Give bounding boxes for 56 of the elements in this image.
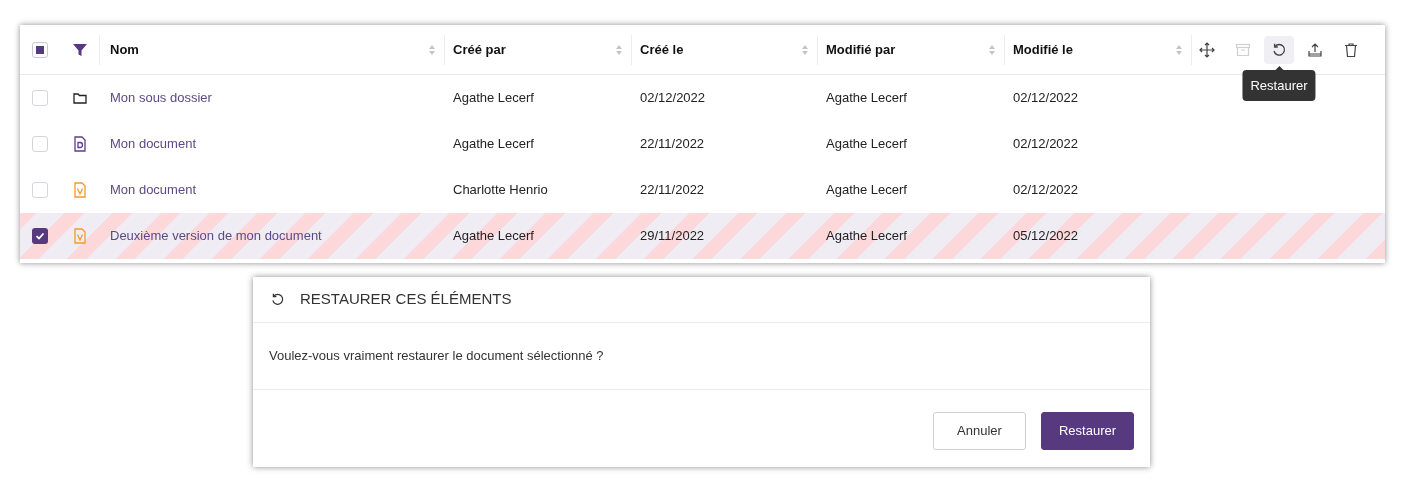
table-cell: 02/12/2022	[640, 90, 706, 105]
document-icon	[74, 136, 86, 152]
filter-icon[interactable]	[72, 42, 87, 57]
row-checkbox[interactable]	[32, 228, 48, 244]
column-header[interactable]: Nom	[110, 39, 139, 60]
restore-button[interactable]	[1264, 35, 1294, 64]
sort-icon[interactable]	[615, 43, 623, 56]
dialog-message: Voulez-vous vraiment restaurer le document sélectionné ?	[269, 347, 604, 366]
table-cell: 22/11/2022	[640, 182, 705, 197]
upload-icon	[1307, 41, 1323, 58]
version-document-icon	[74, 182, 86, 198]
sort-icon[interactable]	[1175, 43, 1183, 56]
table-cell: Agathe Lecerf	[453, 228, 534, 243]
archive-icon	[1235, 41, 1251, 58]
table-row[interactable]: Mon document Charlotte Henrio 22/11/2022 Agathe Lecerf 02/12/2022	[20, 167, 1385, 213]
table-cell: 29/11/2022	[640, 228, 705, 243]
dialog-title: RESTAURER CES ÉLÉMENTS	[300, 289, 512, 310]
sort-icon[interactable]	[988, 43, 996, 56]
table-cell: 22/11/2022	[640, 136, 705, 151]
move-icon	[1199, 41, 1215, 58]
item-name-link[interactable]: Mon sous dossier	[110, 90, 212, 105]
check-icon	[35, 231, 45, 241]
folder-icon	[73, 92, 87, 104]
table-cell: 02/12/2022	[1013, 182, 1079, 197]
column-header[interactable]: Créé le	[640, 39, 684, 60]
restore-icon	[270, 292, 285, 307]
item-name-link[interactable]: Mon document	[110, 136, 196, 151]
restore-button[interactable]: Restaurer	[1041, 412, 1134, 450]
table-cell: Agathe Lecerf	[826, 182, 907, 197]
table-cell: Agathe Lecerf	[826, 228, 907, 243]
table-cell: Agathe Lecerf	[826, 136, 907, 151]
tooltip: Restaurer	[1242, 69, 1316, 101]
row-checkbox[interactable]	[32, 182, 48, 198]
table-cell: Agathe Lecerf	[826, 90, 907, 105]
table-cell: 02/12/2022	[1013, 90, 1079, 105]
column-header[interactable]: Modifié par	[826, 39, 896, 60]
column-header[interactable]: Modifié le	[1013, 39, 1073, 60]
cancel-button[interactable]: Annuler	[933, 412, 1026, 450]
table-row[interactable]: Deuxième version de mon document Agathe Lecerf 29/11/2022 Agathe Lecerf 05/12/2022	[20, 213, 1385, 259]
table-cell: Charlotte Henrio	[453, 182, 548, 197]
item-name-link[interactable]: Mon document	[110, 182, 196, 197]
restore-icon	[1271, 41, 1287, 58]
item-name-link[interactable]: Deuxième version de mon document	[110, 228, 322, 243]
row-checkbox[interactable]	[32, 90, 48, 106]
table-cell: 05/12/2022	[1013, 228, 1079, 243]
table-cell: 02/12/2022	[1013, 136, 1079, 151]
select-all-checkbox[interactable]	[32, 41, 48, 58]
sort-icon[interactable]	[801, 43, 809, 56]
table-cell: Agathe Lecerf	[453, 90, 534, 105]
table-row[interactable]: Mon document Agathe Lecerf 22/11/2022 Agathe Lecerf 02/12/2022	[20, 121, 1385, 167]
column-header[interactable]: Créé par	[453, 39, 506, 60]
trash-icon	[1343, 41, 1359, 58]
row-checkbox[interactable]	[32, 136, 48, 152]
version-document-icon	[74, 228, 86, 244]
sort-icon[interactable]	[428, 43, 436, 56]
table-cell: Agathe Lecerf	[453, 136, 534, 151]
